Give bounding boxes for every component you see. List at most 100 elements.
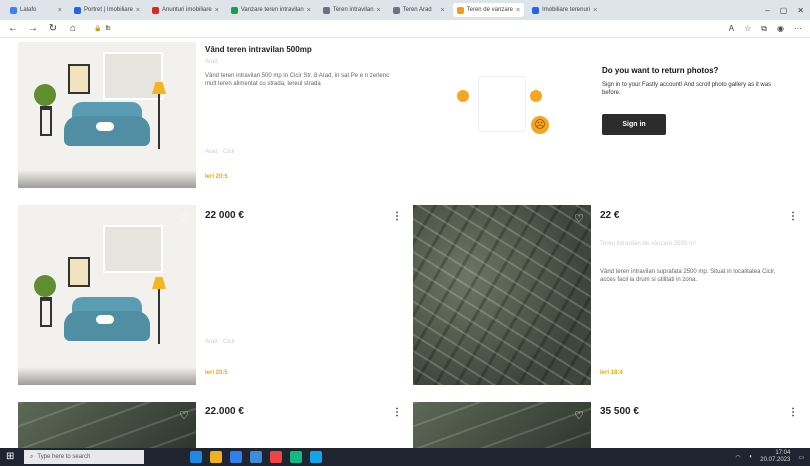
listing-3-subtitle: Teren intravilan de vânzare 2500 m² [600,241,696,247]
wifi-icon[interactable]: ◠ [735,454,740,461]
tab-close-icon[interactable]: × [593,7,597,14]
listing-2-image[interactable]: ♡ [18,205,196,385]
read-aloud-icon[interactable]: A [729,24,734,34]
tab-favicon-icon [322,6,330,14]
tab-label: Portret | Imobiliare [84,7,133,13]
listing-4-image[interactable]: ♡ [18,402,196,448]
window-controls: – ▢ ✕ [765,6,804,15]
clock[interactable]: 17:04 20.07.2023 [760,450,790,464]
system-tray: ◠ ◖ 17:04 20.07.2023 ▭ [735,450,804,464]
tab-close-icon[interactable]: × [441,7,445,14]
windows-start-icon[interactable]: ⊞ [6,451,18,463]
url-field[interactable]: 🔒 fb [88,23,719,35]
image-overlay [18,170,196,188]
listing-1-image[interactable] [18,42,196,188]
tab-close-icon[interactable]: × [377,7,381,14]
tab-label: Imobiliare terenuri [542,7,591,13]
close-icon[interactable]: ✕ [797,6,804,15]
tab-close-icon[interactable]: × [307,7,311,14]
lock-icon: 🔒 [94,26,102,32]
browser-tab[interactable]: Teren intravilan × [319,3,385,17]
listing-3-badge: Ieri 18:4 [600,370,623,376]
heart-icon[interactable]: ♡ [178,410,190,422]
taskbar-app-icon[interactable] [230,451,242,463]
listing-3-description: Vând teren intravilan suprafata 2500 mp.… [600,269,776,283]
notifications-icon[interactable]: ▭ [798,454,804,461]
browser-tab[interactable]: Teren de vanzare × [452,3,525,17]
taskbar-app-icon[interactable] [290,451,302,463]
picture-frame-illustration [68,257,90,287]
home-icon[interactable]: ⌂ [68,23,78,34]
maximize-icon[interactable]: ▢ [780,6,788,15]
listing-4-more-icon[interactable]: ⋮ [392,407,402,418]
taskbar-search-placeholder: Type here to search [37,454,91,460]
listing-1-title[interactable]: Vând teren intravilan 500mp [205,45,312,54]
stool-illustration [40,106,52,136]
signin-button[interactable]: Sign in [602,114,666,135]
browser-tab[interactable]: Portret | Imobiliare × [70,3,144,17]
lamp-shade-illustration [152,277,166,289]
tab-favicon-icon [152,6,160,14]
heart-icon[interactable]: ♡ [573,410,585,422]
search-icon: ⌕ [30,453,34,460]
tab-label: Teren intravilan [332,7,374,13]
listing-3-price[interactable]: 22 € [600,210,619,221]
tab-label: Lalafo [20,7,37,13]
taskbar-app-icon[interactable] [190,451,202,463]
back-icon[interactable]: ← [8,23,18,34]
listing-2-more-icon[interactable]: ⋮ [392,211,402,222]
tab-favicon-icon [392,6,400,14]
heart-icon[interactable]: ♡ [573,213,585,225]
clock-date: 20.07.2023 [760,457,791,463]
browser-tab[interactable]: Teren Arad × [389,3,449,17]
minimize-icon[interactable]: – [765,6,769,15]
listing-5-price[interactable]: 35 500 € [600,406,639,417]
tab-label: Teren Arad [402,7,432,13]
picture-frame-illustration [68,64,90,94]
volume-icon[interactable]: ◖ [749,454,753,460]
reload-icon[interactable]: ↻ [48,23,58,34]
profile-icon[interactable]: ◉ [777,24,784,34]
plant-illustration [34,84,56,106]
browser-tab[interactable]: Imobiliare terenuri × [528,3,601,17]
browser-tab[interactable]: Anunturi imobiliare × [148,3,223,17]
tab-close-icon[interactable]: × [58,7,62,14]
heart-icon[interactable]: ♡ [178,213,190,225]
taskbar-app-icon[interactable] [210,451,222,463]
listing-3-image[interactable]: ♡ [413,205,591,385]
tab-list: Lalafo × Portret | Imobiliare × Anunturi imo… [6,3,601,17]
address-bar: ← → ↻ ⌂ 🔒 fb A ☆ ⧉ ◉ ⋯ [0,20,810,38]
promo-title: Do you want to return photos? [602,66,719,75]
tab-label: Vanzare teren intravilan [240,7,304,13]
url-host: fb [105,25,111,32]
listing-4-price[interactable]: 22.000 € [205,406,244,417]
tab-close-icon[interactable]: × [215,7,219,14]
taskbar-apps [190,451,322,463]
taskbar-app-icon[interactable] [270,451,282,463]
listing-1-subtitle: Arad [205,59,218,65]
forward-icon[interactable]: → [28,23,38,34]
tab-label: Teren de vanzare [466,7,513,13]
window-illustration [103,225,163,273]
tab-favicon-icon [230,6,238,14]
browser-tab[interactable]: Lalafo × [6,3,66,17]
listing-2-price[interactable]: 22 000 € [205,210,244,221]
more-menu-icon[interactable]: ⋯ [794,24,802,34]
tab-label: Anunturi imobiliare [162,7,212,13]
listing-3-more-icon[interactable]: ⋮ [788,211,798,222]
promo-phone-outline [478,76,526,132]
browser-tab[interactable]: Vanzare teren intravilan × [227,3,315,17]
taskbar-app-icon[interactable] [310,451,322,463]
taskbar-search[interactable]: ⌕ Type here to search [24,450,144,464]
listing-5-more-icon[interactable]: ⋮ [788,407,798,418]
listing-5-image[interactable]: ♡ [413,402,591,448]
tab-close-icon[interactable]: × [136,7,140,14]
promo-dot-left [457,90,469,102]
tab-favicon-icon [456,6,464,14]
tab-close-icon[interactable]: × [516,7,520,14]
image-overlay [18,367,196,385]
collections-icon[interactable]: ⧉ [761,24,767,34]
star-icon[interactable]: ☆ [744,24,751,34]
cat-illustration [96,315,114,324]
taskbar-app-icon[interactable] [250,451,262,463]
